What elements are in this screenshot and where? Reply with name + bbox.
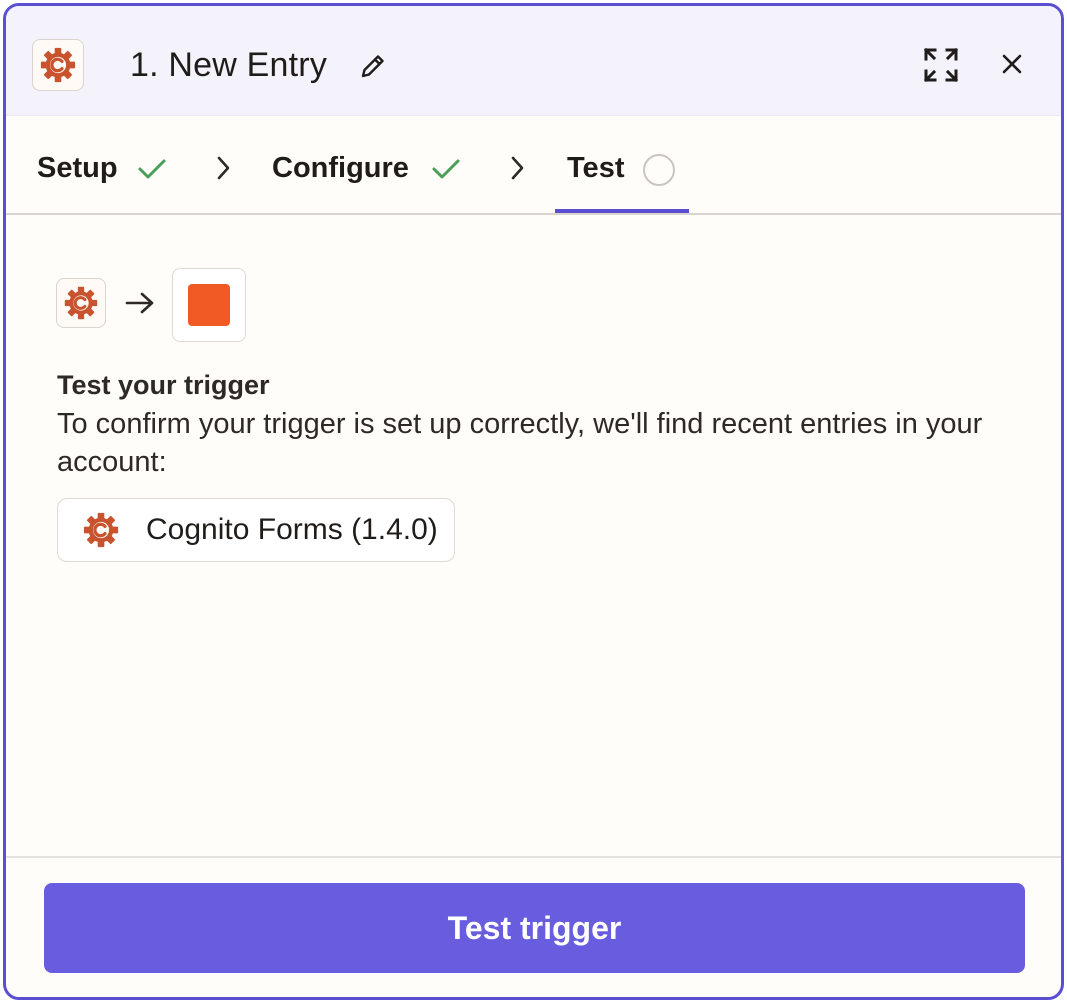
footer-divider — [6, 856, 1061, 858]
tab-setup[interactable]: Setup — [37, 150, 118, 186]
arrow-right-icon — [125, 292, 154, 314]
cognito-forms-logo-icon — [82, 511, 120, 549]
cognito-forms-logo-icon — [63, 285, 99, 321]
app-account-label: Cognito Forms (1.4.0) — [146, 513, 438, 546]
active-tab-indicator — [555, 209, 689, 213]
close-icon[interactable] — [999, 51, 1025, 77]
test-trigger-button[interactable]: Test trigger — [44, 883, 1025, 973]
pencil-icon[interactable] — [358, 51, 388, 81]
tab-configure[interactable]: Configure — [272, 150, 409, 186]
target-app-badge — [172, 268, 246, 342]
check-icon — [432, 159, 460, 179]
step-title: 1. New Entry — [130, 46, 328, 84]
chevron-right-icon — [217, 156, 230, 180]
zap-step-panel: 1. New Entry Setup Configure Test Test y… — [3, 3, 1064, 1000]
app-account-chip[interactable]: Cognito Forms (1.4.0) — [57, 498, 455, 562]
orange-square-app-icon — [188, 284, 230, 326]
panel-header: 1. New Entry — [6, 6, 1061, 116]
source-app-badge — [56, 278, 106, 328]
section-description: To confirm your trigger is set up correc… — [57, 408, 983, 478]
tab-test[interactable]: Test — [567, 150, 624, 186]
app-badge — [32, 39, 84, 91]
expand-icon[interactable] — [922, 46, 960, 84]
step-tabs: Setup Configure Test — [6, 116, 1061, 215]
chevron-right-icon — [511, 156, 524, 180]
section-heading: Test your trigger — [57, 370, 270, 400]
cognito-forms-logo-icon — [39, 46, 77, 84]
pending-circle-icon — [643, 154, 675, 186]
check-icon — [138, 159, 166, 179]
